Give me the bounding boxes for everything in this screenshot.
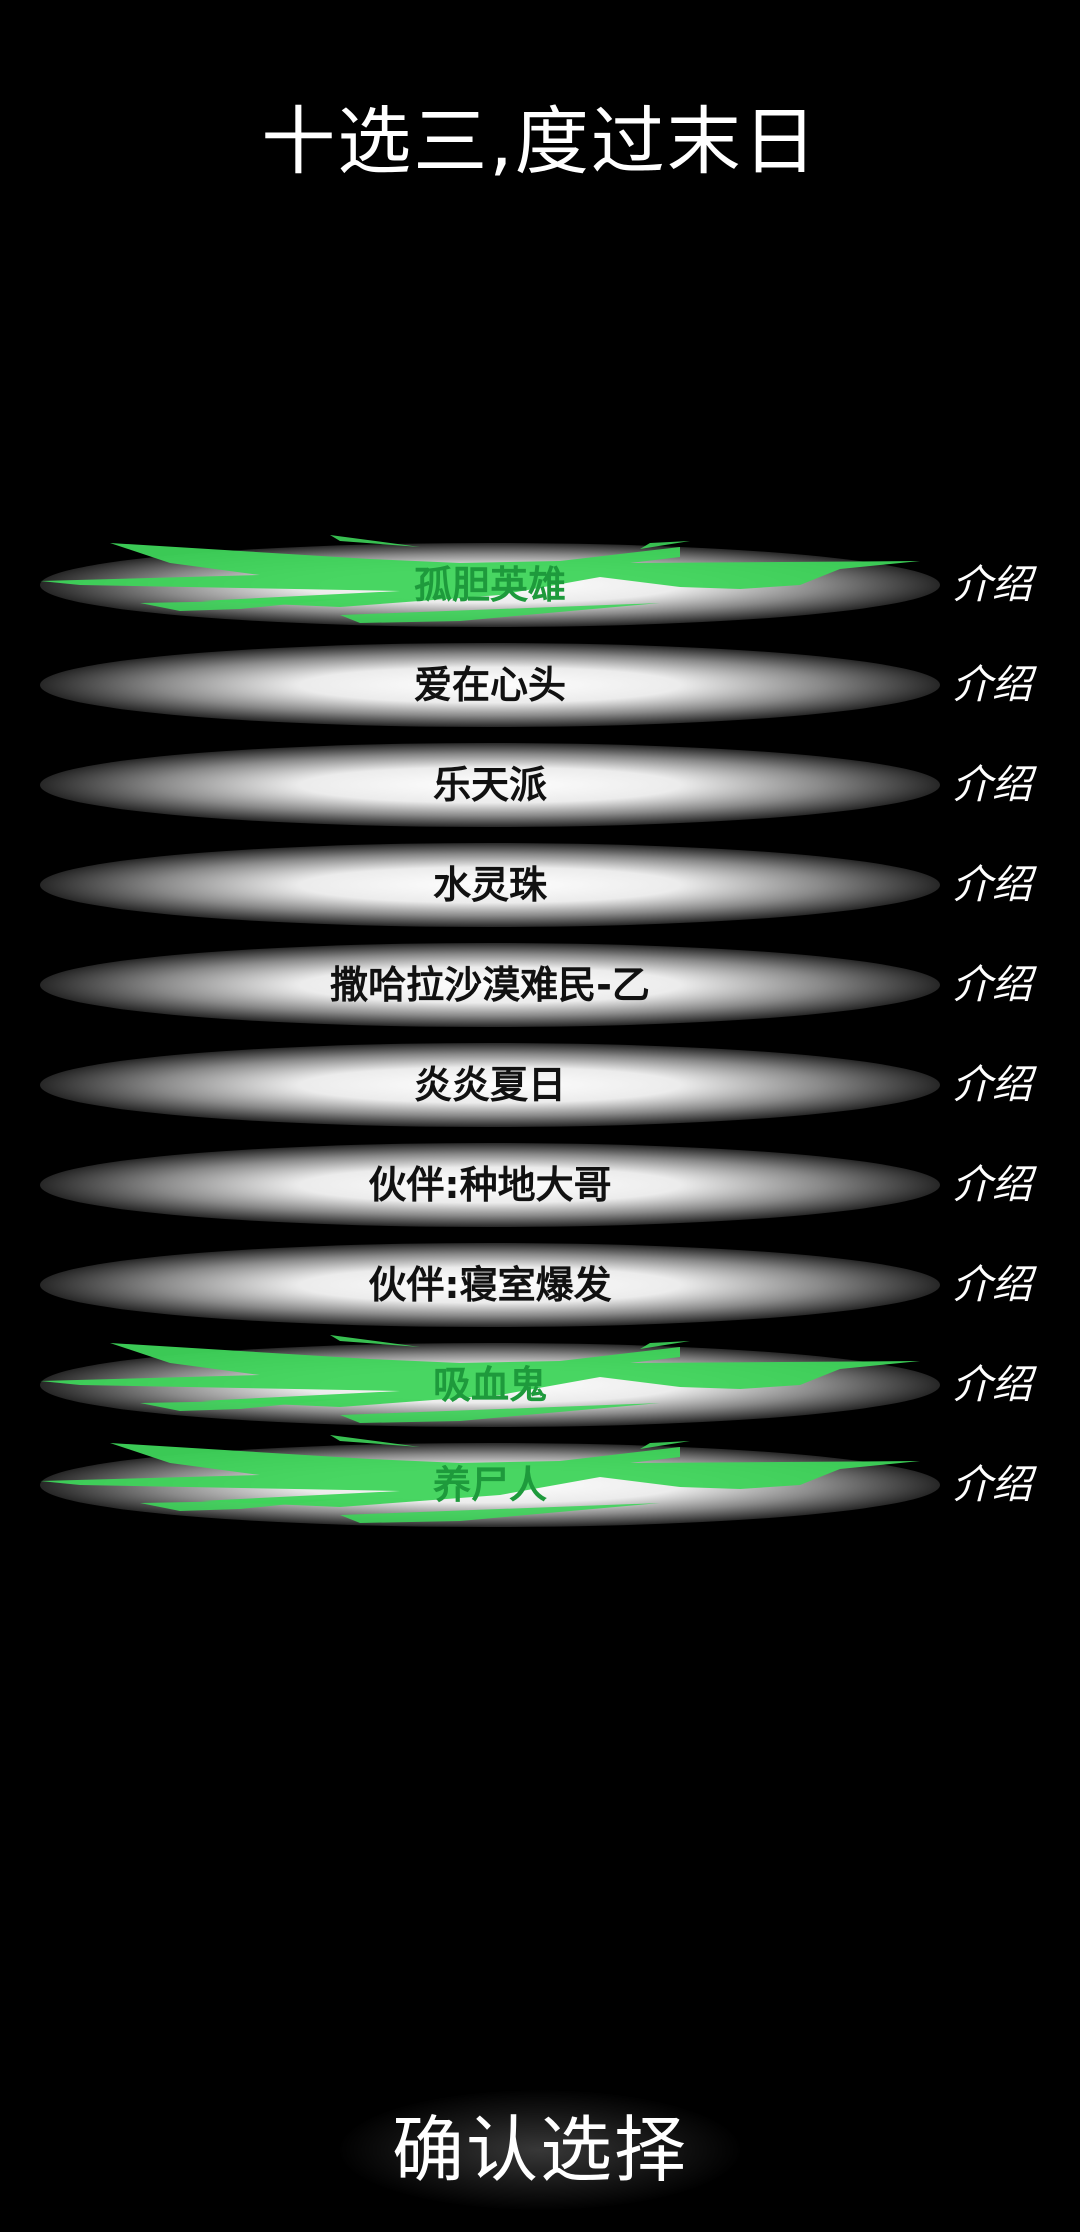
option-button-5[interactable]: 撒哈拉沙漠难民-乙 [40, 943, 940, 1027]
option-button-2[interactable]: 爱在心头 [40, 643, 940, 727]
confirm-selection-button[interactable]: 确认选择 [300, 2080, 780, 2220]
intro-button-7[interactable]: 介绍 [952, 1151, 1032, 1219]
option-row: 孤胆英雄 介绍 [0, 535, 1080, 635]
option-label: 孤胆英雄 [413, 563, 566, 607]
option-label: 爱在心头 [413, 663, 566, 707]
option-button-1[interactable]: 孤胆英雄 [40, 535, 940, 627]
option-row: 炎炎夏日 介绍 [0, 1035, 1080, 1135]
intro-button-4[interactable]: 介绍 [952, 851, 1032, 919]
page-title: 十选三,度过末日 [261, 99, 819, 185]
option-button-4[interactable]: 水灵珠 [40, 843, 940, 927]
intro-button-2[interactable]: 介绍 [952, 651, 1032, 719]
option-button-8[interactable]: 伙伴:寝室爆发 [40, 1243, 940, 1327]
option-row: 伙伴:寝室爆发 介绍 [0, 1235, 1080, 1335]
option-label: 撒哈拉沙漠难民-乙 [330, 963, 650, 1007]
intro-button-10[interactable]: 介绍 [952, 1451, 1032, 1519]
option-row: 爱在心头 介绍 [0, 635, 1080, 735]
intro-button-1[interactable]: 介绍 [952, 551, 1032, 619]
intro-button-8[interactable]: 介绍 [952, 1251, 1032, 1319]
option-label: 炎炎夏日 [413, 1063, 566, 1107]
option-label: 乐天派 [432, 763, 547, 807]
option-label: 养尸人 [432, 1463, 547, 1507]
option-label: 伙伴:寝室爆发 [368, 1263, 612, 1307]
option-button-3[interactable]: 乐天派 [40, 743, 940, 827]
option-row: 伙伴:种地大哥 介绍 [0, 1135, 1080, 1235]
intro-button-9[interactable]: 介绍 [952, 1351, 1032, 1419]
option-row: 撒哈拉沙漠难民-乙 介绍 [0, 935, 1080, 1035]
option-row: 吸血鬼 介绍 [0, 1335, 1080, 1435]
intro-button-5[interactable]: 介绍 [952, 951, 1032, 1019]
intro-button-3[interactable]: 介绍 [952, 751, 1032, 819]
option-label: 伙伴:种地大哥 [368, 1163, 612, 1207]
option-row: 养尸人 介绍 [0, 1435, 1080, 1535]
option-button-6[interactable]: 炎炎夏日 [40, 1043, 940, 1127]
intro-button-6[interactable]: 介绍 [952, 1051, 1032, 1119]
confirm-label: 确认选择 [391, 2108, 688, 2192]
option-button-7[interactable]: 伙伴:种地大哥 [40, 1143, 940, 1227]
option-button-9[interactable]: 吸血鬼 [40, 1335, 940, 1427]
option-row: 水灵珠 介绍 [0, 835, 1080, 935]
option-button-10[interactable]: 养尸人 [40, 1435, 940, 1527]
option-label: 水灵珠 [432, 863, 547, 907]
option-row: 乐天派 介绍 [0, 735, 1080, 835]
option-label: 吸血鬼 [432, 1363, 547, 1407]
